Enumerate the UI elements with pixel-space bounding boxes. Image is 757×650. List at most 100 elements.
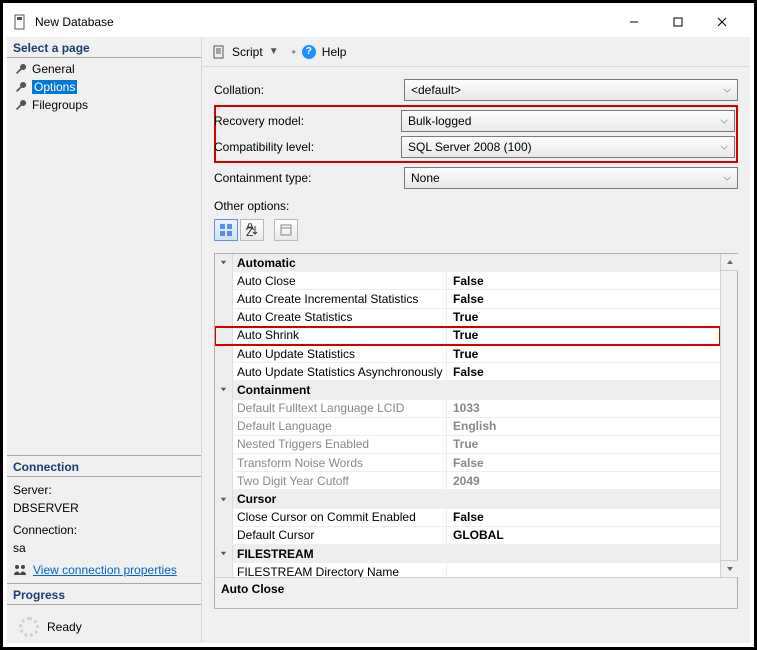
- property-name: Auto Create Incremental Statistics: [233, 290, 447, 307]
- server-value: DBSERVER: [13, 501, 195, 515]
- titlebar: New Database: [7, 7, 750, 37]
- property-name: Auto Create Statistics: [233, 309, 447, 326]
- progress-header: Progress: [7, 588, 201, 605]
- view-connection-properties-link[interactable]: View connection properties: [33, 563, 177, 577]
- property-row[interactable]: Close Cursor on Commit EnabledFalse: [215, 509, 720, 527]
- compat-label: Compatibility level:: [214, 140, 401, 154]
- property-row[interactable]: Nested Triggers EnabledTrue: [215, 436, 720, 454]
- recovery-label: Recovery model:: [214, 114, 401, 128]
- property-row[interactable]: FILESTREAM Directory Name: [215, 563, 720, 577]
- containment-value: None: [411, 171, 440, 185]
- nav-item-options[interactable]: Options: [7, 78, 201, 96]
- expand-icon[interactable]: [219, 385, 229, 395]
- property-name: Default Language: [233, 418, 447, 435]
- containment-combo[interactable]: None ⌵: [404, 167, 738, 189]
- svg-text:Z: Z: [246, 225, 253, 237]
- property-row[interactable]: Auto CloseFalse: [215, 272, 720, 290]
- connection-header: Connection: [7, 460, 201, 477]
- nav-label: Filegroups: [32, 98, 88, 112]
- wrench-icon: [15, 81, 27, 93]
- chevron-down-icon: ⌵: [720, 116, 728, 127]
- property-description: Auto Close: [215, 577, 737, 608]
- select-page-header: Select a page: [7, 37, 201, 58]
- property-category[interactable]: Automatic: [215, 254, 720, 272]
- property-category[interactable]: Cursor: [215, 490, 720, 508]
- scroll-down-button[interactable]: [721, 560, 738, 577]
- collation-value: <default>: [411, 83, 461, 97]
- property-value: False: [447, 510, 720, 524]
- window-title: New Database: [35, 15, 114, 29]
- scroll-up-button[interactable]: [721, 254, 738, 271]
- property-category[interactable]: Containment: [215, 381, 720, 399]
- property-value: False: [447, 292, 720, 306]
- property-value: GLOBAL: [447, 528, 720, 542]
- collation-combo[interactable]: <default> ⌵: [404, 79, 738, 101]
- property-row[interactable]: Auto Create Incremental StatisticsFalse: [215, 290, 720, 308]
- expand-icon[interactable]: [219, 258, 229, 268]
- property-row[interactable]: Default CursorGLOBAL: [215, 527, 720, 545]
- help-icon: ?: [302, 45, 316, 59]
- property-value: False: [447, 456, 720, 470]
- property-name: Auto Shrink: [233, 327, 447, 344]
- property-value: True: [447, 347, 720, 361]
- property-value: True: [447, 328, 720, 342]
- property-name: Default Cursor: [233, 527, 447, 544]
- people-icon: [13, 564, 27, 576]
- property-row[interactable]: Transform Noise WordsFalse: [215, 454, 720, 472]
- property-value: 2049: [447, 474, 720, 488]
- collation-label: Collation:: [214, 83, 404, 97]
- connection-section: Connection Server: DBSERVER Connection: …: [7, 455, 201, 583]
- recovery-value: Bulk-logged: [408, 114, 471, 128]
- property-row[interactable]: Auto ShrinkTrue: [215, 327, 720, 345]
- property-row[interactable]: Auto Update Statistics AsynchronouslyFal…: [215, 363, 720, 381]
- property-grid: AutomaticAuto CloseFalseAuto Create Incr…: [214, 253, 738, 609]
- chevron-down-icon: ⌵: [723, 85, 731, 96]
- connection-label: Connection:: [13, 523, 195, 537]
- property-row[interactable]: Default Fulltext Language LCID1033: [215, 400, 720, 418]
- other-options-label: Other options:: [214, 199, 738, 213]
- property-row[interactable]: Auto Create StatisticsTrue: [215, 309, 720, 327]
- category-name: Cursor: [233, 490, 447, 507]
- containment-label: Containment type:: [214, 171, 404, 185]
- nav-item-general[interactable]: General: [7, 60, 201, 78]
- category-name: FILESTREAM: [233, 545, 447, 562]
- chevron-down-icon: ⌵: [723, 173, 731, 184]
- category-name: Automatic: [233, 254, 447, 271]
- categorized-button[interactable]: [214, 219, 238, 241]
- property-category[interactable]: FILESTREAM: [215, 545, 720, 563]
- property-name: Nested Triggers Enabled: [233, 436, 447, 453]
- maximize-button[interactable]: [656, 8, 700, 36]
- expand-icon[interactable]: [219, 549, 229, 559]
- close-button[interactable]: [700, 8, 744, 36]
- right-panel: Script ▼ • ? Help Collation: <default> ⌵: [202, 37, 750, 643]
- expand-icon[interactable]: [219, 494, 229, 504]
- property-row[interactable]: Auto Update StatisticsTrue: [215, 345, 720, 363]
- property-row[interactable]: Two Digit Year Cutoff2049: [215, 472, 720, 490]
- property-name: Two Digit Year Cutoff: [233, 472, 447, 489]
- property-name: FILESTREAM Directory Name: [233, 563, 447, 577]
- vertical-scrollbar[interactable]: [720, 254, 737, 577]
- compat-combo[interactable]: SQL Server 2008 (100) ⌵: [401, 136, 735, 158]
- property-pages-button[interactable]: [274, 219, 298, 241]
- progress-section: Progress Ready: [7, 583, 201, 643]
- alphabetical-button[interactable]: AZ: [240, 219, 264, 241]
- property-row[interactable]: Default LanguageEnglish: [215, 418, 720, 436]
- script-button[interactable]: Script: [232, 45, 263, 59]
- script-dropdown[interactable]: ▼: [269, 46, 279, 57]
- spinner-icon: [19, 617, 39, 637]
- nav-label: General: [32, 62, 75, 76]
- property-name: Auto Update Statistics Asynchronously: [233, 363, 447, 380]
- nav-item-filegroups[interactable]: Filegroups: [7, 96, 201, 114]
- property-name: Auto Close: [233, 272, 447, 289]
- wrench-icon: [15, 99, 27, 111]
- chevron-down-icon: ⌵: [720, 142, 728, 153]
- property-name: Default Fulltext Language LCID: [233, 400, 447, 417]
- property-name: Transform Noise Words: [233, 454, 447, 471]
- help-button[interactable]: Help: [322, 45, 347, 59]
- category-name: Containment: [233, 381, 447, 398]
- recovery-combo[interactable]: Bulk-logged ⌵: [401, 110, 735, 132]
- database-icon: [13, 14, 27, 30]
- property-value: False: [447, 365, 720, 379]
- minimize-button[interactable]: [612, 8, 656, 36]
- nav-label: Options: [32, 80, 77, 94]
